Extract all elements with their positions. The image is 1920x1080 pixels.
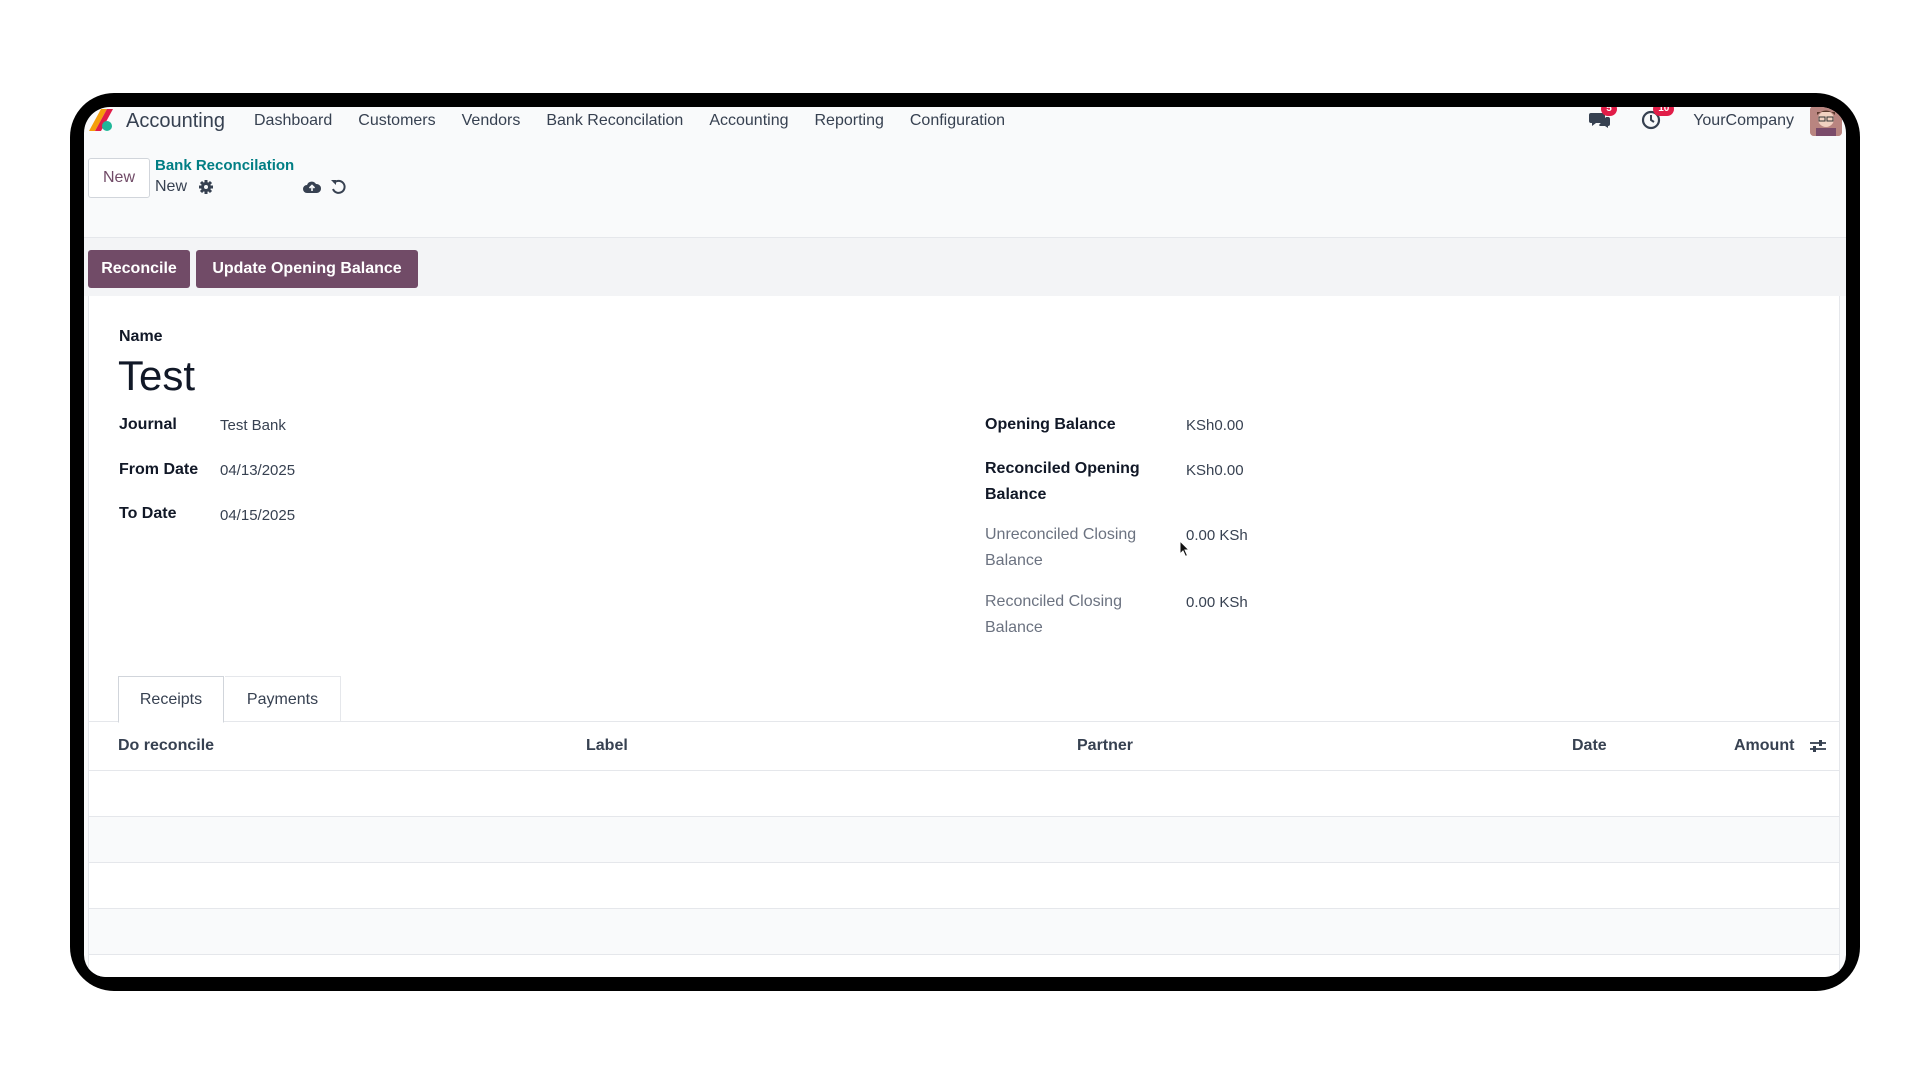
column-amount[interactable]: Amount	[1734, 737, 1794, 755]
new-button[interactable]: New	[88, 158, 150, 198]
app-window: Accounting Dashboard Customers Vendors B…	[84, 107, 1846, 977]
save-cloud-icon[interactable]	[302, 179, 322, 195]
messages-badge: 5	[1601, 107, 1617, 116]
tab-receipts[interactable]: Receipts	[118, 676, 224, 723]
messages-button[interactable]: 5	[1589, 107, 1617, 132]
breadcrumb-bank-reconcilation[interactable]: Bank Reconcilation	[155, 157, 294, 174]
activities-button[interactable]: 10	[1641, 107, 1675, 132]
reconciled-opening-balance-field[interactable]: KSh0.00	[1186, 462, 1244, 479]
mouse-cursor-icon	[1179, 540, 1190, 558]
journal-label: Journal	[119, 416, 177, 433]
user-avatar-icon	[1810, 107, 1842, 136]
table-row	[89, 817, 1839, 863]
menu-customers[interactable]: Customers	[358, 112, 435, 130]
reconciled-closing-label-line1: Reconciled Closing	[985, 593, 1122, 610]
gear-icon[interactable]	[198, 179, 214, 195]
systray: 5 10 YourCompany	[1589, 107, 1846, 136]
activities-badge: 10	[1653, 107, 1675, 116]
record-name: New	[155, 178, 188, 195]
journal-field[interactable]: Test Bank	[220, 417, 286, 434]
column-label[interactable]: Label	[586, 737, 628, 755]
form-sheet: Name Test Journal Test Bank From Date 04…	[88, 296, 1840, 977]
form-statusbar: Reconcile Update Opening Balance	[84, 238, 1846, 296]
menu-dashboard[interactable]: Dashboard	[254, 112, 332, 130]
reconcile-button[interactable]: Reconcile	[88, 250, 190, 288]
menu-configuration[interactable]: Configuration	[910, 112, 1005, 130]
accounting-app-icon[interactable]	[87, 107, 115, 133]
unreconciled-closing-balance-label: Unreconciled Closing Balance	[985, 522, 1136, 574]
menu-bank-reconcilation[interactable]: Bank Reconcilation	[546, 112, 683, 130]
to-date-label: To Date	[119, 505, 177, 522]
name-label: Name	[119, 328, 163, 345]
notebook-tabs: Receipts Payments	[89, 676, 1839, 723]
column-date[interactable]: Date	[1572, 737, 1607, 755]
unreconciled-closing-label-line1: Unreconciled Closing	[985, 526, 1137, 543]
to-date-field[interactable]: 04/15/2025	[220, 507, 295, 524]
update-opening-balance-button[interactable]: Update Opening Balance	[196, 250, 418, 288]
column-partner[interactable]: Partner	[1077, 737, 1133, 755]
reconciled-opening-label-line2: Balance	[985, 486, 1047, 503]
opening-balance-label: Opening Balance	[985, 416, 1116, 433]
reconciled-opening-balance-label: Reconciled Opening Balance	[985, 456, 1140, 508]
menu-reporting[interactable]: Reporting	[815, 112, 884, 130]
reconciled-closing-balance-value: 0.00 KSh	[1186, 594, 1248, 611]
unreconciled-closing-label-line2: Balance	[985, 552, 1043, 569]
opening-balance-field[interactable]: KSh0.00	[1186, 417, 1244, 434]
name-field[interactable]: Test	[118, 352, 195, 400]
top-navbar: Accounting Dashboard Customers Vendors B…	[84, 107, 1846, 136]
menu-vendors[interactable]: Vendors	[462, 112, 521, 130]
control-panel: New Bank Reconcilation New	[84, 134, 1846, 238]
list-header: Do reconcile Label Partner Date Amount	[89, 723, 1839, 771]
column-do-reconcile[interactable]: Do reconcile	[118, 737, 214, 755]
user-avatar[interactable]	[1810, 107, 1842, 136]
discard-icon[interactable]	[330, 178, 347, 195]
main-menu: Dashboard Customers Vendors Bank Reconci…	[254, 112, 1031, 130]
from-date-label: From Date	[119, 461, 199, 478]
menu-accounting[interactable]: Accounting	[709, 112, 788, 130]
from-date-field[interactable]: 04/13/2025	[220, 462, 295, 479]
table-row	[89, 909, 1839, 955]
reconciled-opening-label-line1: Reconciled Opening	[985, 460, 1140, 477]
optional-columns-icon[interactable]	[1809, 737, 1827, 755]
app-name[interactable]: Accounting	[126, 110, 225, 133]
reconciled-closing-balance-label: Reconciled Closing Balance	[985, 589, 1122, 641]
table-row	[89, 771, 1839, 817]
tab-payments[interactable]: Payments	[225, 676, 341, 722]
company-switcher[interactable]: YourCompany	[1693, 112, 1794, 130]
unreconciled-closing-balance-value: 0.00 KSh	[1186, 527, 1248, 544]
reconciled-closing-label-line2: Balance	[985, 619, 1043, 636]
table-row	[89, 863, 1839, 909]
